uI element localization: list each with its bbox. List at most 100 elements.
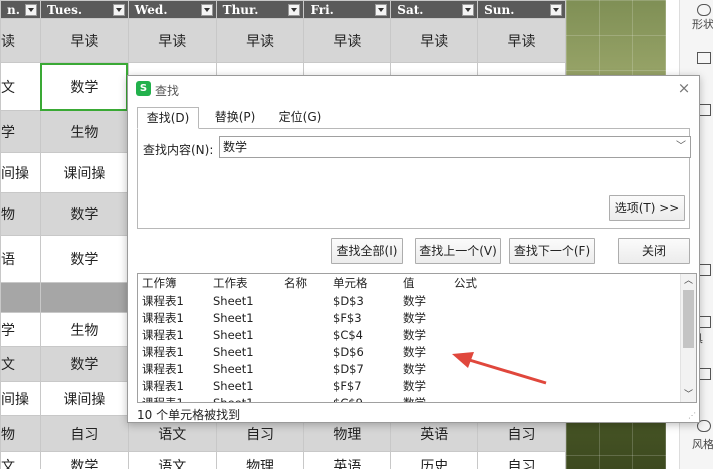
- grid-cell[interactable]: 间操: [0, 381, 41, 416]
- header-cell[interactable]: Sun.: [477, 0, 566, 19]
- grid-cell[interactable]: 英语: [303, 451, 392, 469]
- filter-dropdown-icon[interactable]: [24, 4, 37, 16]
- result-cell: 数学: [403, 396, 426, 403]
- find-previous-button[interactable]: 查找上一个(V): [415, 238, 501, 264]
- grid-cell[interactable]: 数学: [39, 192, 129, 236]
- results-list[interactable]: 工作簿 工作表 名称 单元格 值 公式 课程表1 Sheet1 $D$3 数学 课程表1…: [137, 273, 697, 403]
- column-header-workbook[interactable]: 工作簿: [142, 275, 177, 292]
- grid-cell[interactable]: 自习: [477, 451, 566, 469]
- filter-dropdown-icon[interactable]: [288, 4, 301, 16]
- filter-dropdown-icon[interactable]: [375, 4, 388, 16]
- filter-dropdown-icon[interactable]: [462, 4, 475, 16]
- header-cell[interactable]: Tues.: [39, 0, 129, 19]
- result-cell: 数学: [403, 311, 426, 325]
- grid-cell[interactable]: 课间操: [39, 381, 129, 416]
- find-input[interactable]: 数学 ﹀: [219, 136, 691, 158]
- column-header-formula[interactable]: 公式: [454, 275, 477, 292]
- filter-dropdown-icon[interactable]: [112, 4, 125, 16]
- header-cell[interactable]: n.: [0, 0, 41, 19]
- grid-cell[interactable]: 数学: [39, 235, 129, 283]
- tab-goto[interactable]: 定位(G): [270, 107, 330, 129]
- grid-cell[interactable]: 课间操: [39, 152, 129, 193]
- filter-dropdown-icon[interactable]: [550, 4, 562, 16]
- scroll-up-icon[interactable]: ︿: [681, 274, 696, 288]
- result-cell: $C$4: [333, 328, 363, 342]
- grid-cell[interactable]: 学: [0, 312, 41, 347]
- result-cell: Sheet1: [213, 294, 254, 308]
- header-cell[interactable]: Thur.: [215, 0, 305, 19]
- grid-cell[interactable]: 早读: [39, 18, 129, 63]
- grid-cell[interactable]: 物: [0, 192, 41, 236]
- grid-cell[interactable]: 物: [0, 415, 41, 452]
- header-label: Wed.: [134, 2, 168, 17]
- grid-cell[interactable]: 早读: [390, 18, 479, 63]
- panel-item-style[interactable]: 风格: [680, 436, 713, 452]
- result-row[interactable]: 课程表1 Sheet1 $C$9 数学: [138, 395, 678, 403]
- panel-item-shape[interactable]: 形状: [680, 16, 713, 32]
- grid-cell[interactable]: 自习: [39, 415, 129, 452]
- grid-cell[interactable]: [0, 282, 41, 313]
- options-button[interactable]: 选项(T) >>: [609, 195, 685, 221]
- grid-cell[interactable]: 早读: [303, 18, 392, 63]
- close-icon[interactable]: ×: [677, 80, 691, 96]
- find-all-button[interactable]: 查找全部(I): [331, 238, 403, 264]
- grid-cell[interactable]: 生物: [39, 312, 129, 347]
- status-text: 10 个单元格被找到: [137, 408, 241, 422]
- find-next-button[interactable]: 查找下一个(F): [509, 238, 595, 264]
- result-row[interactable]: 课程表1 Sheet1 $F$7 数学: [138, 378, 678, 395]
- grid-cell[interactable]: [39, 282, 129, 313]
- chevron-down-icon[interactable]: ﹀: [676, 137, 686, 157]
- find-input-value: 数学: [223, 140, 248, 154]
- result-row[interactable]: 课程表1 Sheet1 $D$6 数学: [138, 344, 678, 361]
- grid-cell[interactable]: 读: [0, 18, 41, 63]
- grid-cell[interactable]: 早读: [477, 18, 566, 63]
- grid-cell[interactable]: 早读: [215, 18, 305, 63]
- grid-cell[interactable]: 文: [0, 346, 41, 382]
- shape-icon[interactable]: [697, 4, 711, 16]
- filter-dropdown-icon[interactable]: [200, 4, 213, 16]
- header-cell[interactable]: Wed.: [127, 0, 217, 19]
- close-button[interactable]: 关闭: [618, 238, 690, 264]
- result-cell: 课程表1: [142, 396, 184, 403]
- grid-cell[interactable]: 历史: [390, 451, 479, 469]
- column-header-name[interactable]: 名称: [284, 275, 307, 292]
- grid-cell[interactable]: 学: [0, 110, 41, 153]
- results-scrollbar[interactable]: ︿ ﹀: [680, 274, 696, 402]
- result-cell: Sheet1: [213, 396, 254, 403]
- header-cell[interactable]: Sat.: [390, 0, 479, 19]
- column-header-cell[interactable]: 单元格: [333, 275, 368, 292]
- table-icon[interactable]: [697, 52, 711, 64]
- grid-cell[interactable]: 语: [0, 235, 41, 283]
- grid-cell[interactable]: 早读: [127, 18, 217, 63]
- header-cell[interactable]: Fri.: [303, 0, 392, 19]
- scroll-down-icon[interactable]: ﹀: [681, 388, 696, 402]
- result-row[interactable]: 课程表1 Sheet1 $D$3 数学: [138, 293, 678, 310]
- annotation-arrow-icon: [452, 352, 547, 385]
- result-row[interactable]: 课程表1 Sheet1 $D$7 数学: [138, 361, 678, 378]
- result-row[interactable]: 课程表1 Sheet1 $C$4 数学: [138, 327, 678, 344]
- column-header-value[interactable]: 值: [403, 275, 415, 292]
- resize-grip-icon[interactable]: ⋰: [688, 411, 697, 420]
- grid-cell[interactable]: 数学: [39, 62, 129, 111]
- result-cell: $D$7: [333, 362, 364, 376]
- result-row[interactable]: 课程表1 Sheet1 $F$3 数学: [138, 310, 678, 327]
- grid-cell[interactable]: 数学: [39, 346, 129, 382]
- dialog-titlebar[interactable]: S 查找 ×: [128, 76, 699, 102]
- grid-cell[interactable]: 物理: [215, 451, 305, 469]
- column-header-sheet[interactable]: 工作表: [213, 275, 248, 292]
- grid-cell[interactable]: 生物: [39, 110, 129, 153]
- grid-cell[interactable]: 间操: [0, 152, 41, 193]
- result-cell: 课程表1: [142, 328, 184, 342]
- header-label: Thur.: [222, 2, 259, 17]
- tab-replace[interactable]: 替换(P): [205, 107, 265, 129]
- scroll-thumb[interactable]: [683, 290, 694, 348]
- find-dialog: S 查找 × 查找(D) 替换(P) 定位(G) 查找内容(N): 数学 ﹀ 选…: [127, 75, 700, 423]
- result-cell: 数学: [403, 328, 426, 342]
- tab-find[interactable]: 查找(D): [137, 107, 199, 129]
- grid-cell[interactable]: 文: [0, 62, 41, 111]
- result-cell: 课程表1: [142, 345, 184, 359]
- grid-cell[interactable]: 数学: [39, 451, 129, 469]
- header-label: Sat.: [397, 2, 424, 17]
- grid-cell[interactable]: 语文: [127, 451, 217, 469]
- grid-cell[interactable]: 文: [0, 451, 41, 469]
